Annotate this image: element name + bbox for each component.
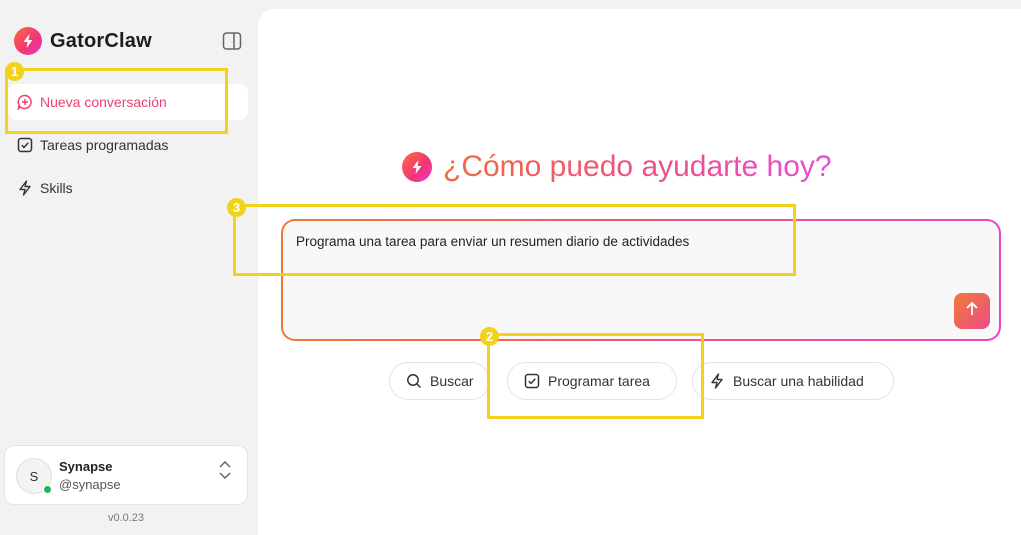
annotation-box-2 [487, 333, 704, 419]
find-skill-chip-button[interactable]: Buscar una habilidad [692, 362, 894, 400]
search-chip-button[interactable]: Buscar [389, 362, 490, 400]
page-title: ¿Cómo puedo ayudarte hoy? [443, 150, 832, 183]
brand[interactable]: GatorClaw [14, 27, 152, 55]
chevron-up-down-icon[interactable] [217, 459, 233, 481]
brand-name: GatorClaw [50, 29, 152, 52]
search-icon [405, 372, 423, 390]
annotation-box-3 [233, 204, 796, 276]
user-name: Synapse [59, 459, 113, 474]
checkbox-icon [16, 136, 34, 154]
user-card[interactable]: S Synapse @synapse [4, 445, 248, 505]
sidebar-item-label: Skills [40, 180, 73, 196]
user-handle: @synapse [59, 477, 121, 492]
send-button[interactable] [954, 293, 990, 329]
chip-label: Buscar una habilidad [733, 373, 864, 389]
bolt-icon [708, 372, 726, 390]
app-version: v0.0.23 [107, 512, 145, 524]
annotation-number-2: 2 [480, 327, 499, 346]
sidebar-item-skills[interactable]: Skills [8, 170, 248, 206]
bolt-icon [16, 179, 34, 197]
chip-label: Buscar [430, 373, 474, 389]
sidebar-toggle-icon[interactable] [222, 31, 242, 51]
bolt-logo-icon [402, 152, 432, 182]
annotation-box-1 [5, 68, 228, 134]
online-status-dot [43, 485, 52, 494]
hero: ¿Cómo puedo ayudarte hoy? [402, 150, 832, 184]
annotation-number-3: 3 [227, 198, 246, 217]
annotation-number-1: 1 [5, 62, 24, 81]
bolt-logo-icon [14, 27, 42, 55]
sidebar-item-label: Tareas programadas [40, 137, 169, 153]
arrow-up-icon [963, 300, 981, 323]
